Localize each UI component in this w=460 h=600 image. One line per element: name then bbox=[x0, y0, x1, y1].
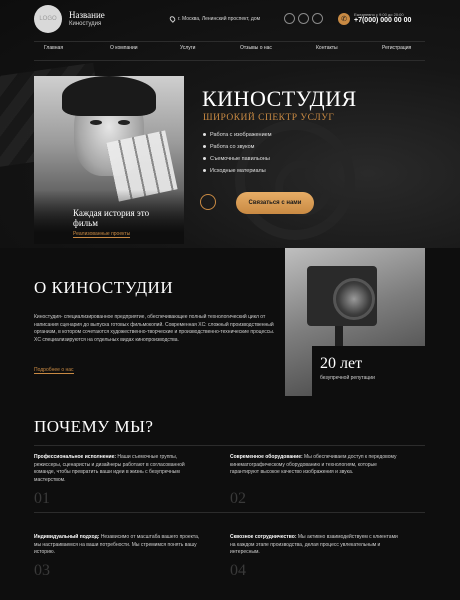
camera-lens bbox=[333, 278, 375, 320]
site-header: LOGO Название Киностудия г. Москва, Лени… bbox=[0, 0, 460, 40]
why-title: ПОЧЕМУ МЫ? bbox=[34, 417, 154, 436]
badge-text: безупречной репутации bbox=[320, 375, 375, 381]
phone-number[interactable]: +7(000) 000 00 00 bbox=[354, 17, 411, 24]
why-item-number: 01 bbox=[34, 490, 50, 507]
why-divider bbox=[34, 512, 425, 513]
nav-item-services[interactable]: Услуги bbox=[180, 45, 195, 51]
about-title: О КИНОСТУДИИ bbox=[34, 278, 174, 297]
why-item-number: 04 bbox=[230, 562, 246, 579]
why-item-number: 03 bbox=[34, 562, 50, 579]
nav-divider-bottom bbox=[34, 60, 425, 61]
nav-item-register[interactable]: Регистрация bbox=[382, 45, 411, 51]
nav-item-contacts[interactable]: Контакты bbox=[316, 45, 338, 51]
hair-shape bbox=[62, 76, 156, 116]
why-item-title: Индивидуальный подход: bbox=[34, 534, 100, 540]
why-item-number: 02 bbox=[230, 490, 246, 507]
contact-us-button[interactable]: Связаться с нами bbox=[236, 192, 314, 214]
hero-subtitle: ШИРОКИЙ СПЕКТР УСЛУГ bbox=[203, 113, 335, 123]
nav-item-reviews[interactable]: Отзывы о нас bbox=[240, 45, 272, 51]
why-item-text: Современное оборудование: Мы обеспечивае… bbox=[230, 454, 400, 477]
eye-right bbox=[118, 120, 130, 125]
hero-caption: Каждая история это фильм bbox=[73, 208, 150, 228]
film-camera-icon bbox=[200, 194, 216, 210]
why-item-text: Индивидуальный подход: Независимо от мас… bbox=[34, 534, 204, 557]
whatsapp-icon[interactable] bbox=[284, 13, 295, 24]
phone-icon[interactable]: ✆ bbox=[338, 13, 350, 25]
why-item-title: Профессиональное исполнение: bbox=[34, 454, 117, 460]
about-more-link[interactable]: Подробнее о нас bbox=[34, 367, 74, 374]
nav-divider-top bbox=[34, 41, 425, 42]
projects-link[interactable]: Реализованные проекты bbox=[73, 231, 131, 238]
nav-item-about[interactable]: О компании bbox=[110, 45, 138, 51]
hero-title: КИНОСТУДИЯ bbox=[202, 86, 357, 111]
main-nav: Главная О компании Услуги Отзывы о нас К… bbox=[34, 45, 425, 57]
logo-text: LOGO bbox=[39, 16, 57, 22]
film-reel-decoration bbox=[235, 120, 355, 240]
brand-subtitle: Киностудия bbox=[69, 21, 102, 27]
eye-left bbox=[90, 120, 102, 125]
why-item-text: Сквозное сотрудничество: Мы активно взаи… bbox=[230, 534, 400, 557]
address: г. Москва, Ленинский проспект, дом bbox=[168, 15, 261, 23]
brand-name: Название bbox=[69, 10, 105, 20]
feature-item: Исходные материалы bbox=[203, 168, 266, 174]
why-item-title: Современное оборудование: bbox=[230, 454, 303, 460]
nav-item-home[interactable]: Главная bbox=[44, 45, 63, 51]
about-text: Киностудия- специализированное предприят… bbox=[34, 314, 275, 343]
why-divider bbox=[34, 445, 425, 446]
viber-icon[interactable] bbox=[312, 13, 323, 24]
why-item-text: Профессиональное исполнение: Наши съемоч… bbox=[34, 454, 204, 484]
telegram-icon[interactable] bbox=[298, 13, 309, 24]
badge-number: 20 лет bbox=[320, 355, 363, 372]
location-pin-icon bbox=[168, 15, 177, 23]
address-text: г. Москва, Ленинский проспект, дом bbox=[178, 16, 261, 22]
feature-item: Съемочные павильоны bbox=[203, 156, 270, 162]
why-item-title: Сквозное сотрудничество: bbox=[230, 534, 297, 540]
logo[interactable]: LOGO bbox=[34, 5, 62, 33]
feature-item: Работа со звуком bbox=[203, 144, 254, 150]
feature-item: Работа с изображением bbox=[203, 132, 272, 138]
